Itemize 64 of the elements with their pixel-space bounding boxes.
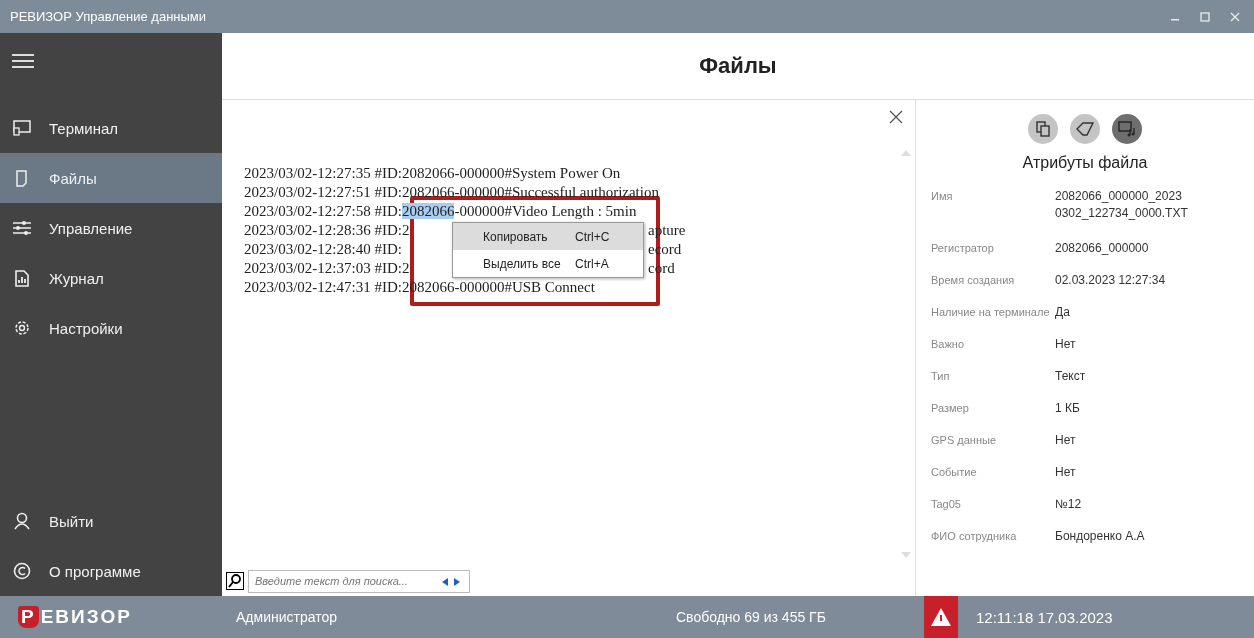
sidebar-item[interactable]: Журнал	[0, 253, 222, 303]
copyright-icon	[13, 562, 31, 580]
monitor-icon	[13, 120, 31, 136]
tag-icon	[1076, 122, 1094, 136]
tool-button[interactable]	[1028, 114, 1058, 144]
attribute-label: ФИО сотрудника	[931, 529, 1018, 544]
log-line: 2023/03/02-12:28:40 #ID:	[244, 241, 402, 257]
attribute-value: 2082066_000000_2023 0302_122734_0000.TXT	[1055, 188, 1189, 222]
attribute-label: Событие	[931, 465, 978, 480]
sidebar-item[interactable]: О программе	[0, 546, 222, 596]
menu-item[interactable]: Выделить все Ctrl+A	[453, 250, 643, 277]
log-line: 2023/03/02-12:28:36 #ID:2	[244, 222, 410, 238]
attribute-label: Регистратор	[931, 241, 995, 256]
window-title: РЕВИЗОР Управление данными	[10, 9, 208, 24]
attribute-label: Имя	[931, 189, 954, 204]
next-icon[interactable]	[454, 577, 460, 586]
sliders-icon	[13, 220, 31, 236]
sidebar-item[interactable]: Терминал	[0, 103, 222, 153]
logo: Р ЕВИЗОР	[0, 606, 222, 628]
search-field[interactable]: Введите текст для поиска...	[248, 569, 470, 593]
attribute-label: Tag05	[931, 497, 962, 512]
attribute-value: Бондоренко А.А	[1055, 528, 1146, 545]
log-line: 2023/03/02-12:27:58 #ID:2082066-000000#Video Length : 5min	[244, 202, 637, 221]
copy-icon	[1036, 121, 1050, 137]
attribute-label: Размер	[931, 401, 970, 416]
attribute-value: 02.03.2023 12:27:34	[1055, 272, 1167, 289]
person-icon	[13, 512, 31, 530]
attribute-label: Важно	[931, 337, 965, 352]
film-note-icon	[1118, 121, 1136, 137]
attribute-label: Тип	[931, 369, 951, 384]
sidebar-item[interactable]: Выйти	[0, 496, 222, 546]
maximize-icon[interactable]	[1200, 11, 1210, 22]
attribute-label: Наличие на терминале	[931, 305, 1049, 320]
attribute-value: Нет	[1055, 432, 1077, 449]
attribute-value: Да	[1055, 304, 1071, 321]
attribute-label: Время создания	[931, 273, 1016, 288]
attribute-value: №12	[1055, 496, 1083, 513]
search-icon[interactable]	[226, 572, 244, 590]
tool-button[interactable]	[1070, 114, 1100, 144]
disk-space: Свободно 69 из 455 ГБ	[676, 609, 827, 625]
user-label: Администратор	[235, 609, 338, 625]
attribute-label: GPS данные	[931, 433, 997, 448]
attribute-value: Нет	[1055, 336, 1077, 353]
attribute-value: Текст	[1055, 368, 1087, 385]
attribute-value: 2082066_000000	[1055, 240, 1150, 257]
sidebar-item[interactable]: Управление	[0, 203, 222, 253]
previous-icon[interactable]	[442, 577, 448, 586]
report-icon	[13, 269, 31, 287]
date-time: 12:11:18 17.03.2023	[976, 608, 1113, 626]
panel-title: Атрибуты файла	[1021, 154, 1149, 172]
close-icon[interactable]	[889, 110, 903, 124]
menu-item[interactable]: Копировать Ctrl+C	[453, 223, 643, 250]
attribute-value: 1 КБ	[1055, 400, 1081, 417]
warning-button[interactable]	[924, 596, 958, 638]
warning-icon	[931, 608, 951, 626]
sidebar-item[interactable]: Настройки	[0, 303, 222, 353]
menu-icon[interactable]	[12, 53, 34, 69]
page-title: Файлы	[699, 53, 777, 79]
attribute-value: Нет	[1055, 464, 1077, 481]
tool-button[interactable]	[1112, 114, 1142, 144]
sidebar-item[interactable]: Файлы	[0, 153, 222, 203]
settings-icon	[13, 319, 31, 337]
log-line: 2023/03/02-12:37:03 #ID:2	[244, 260, 410, 276]
log-line: 2023/03/02-12:27:35 #ID:2082066-000000#System Power On	[244, 164, 621, 183]
